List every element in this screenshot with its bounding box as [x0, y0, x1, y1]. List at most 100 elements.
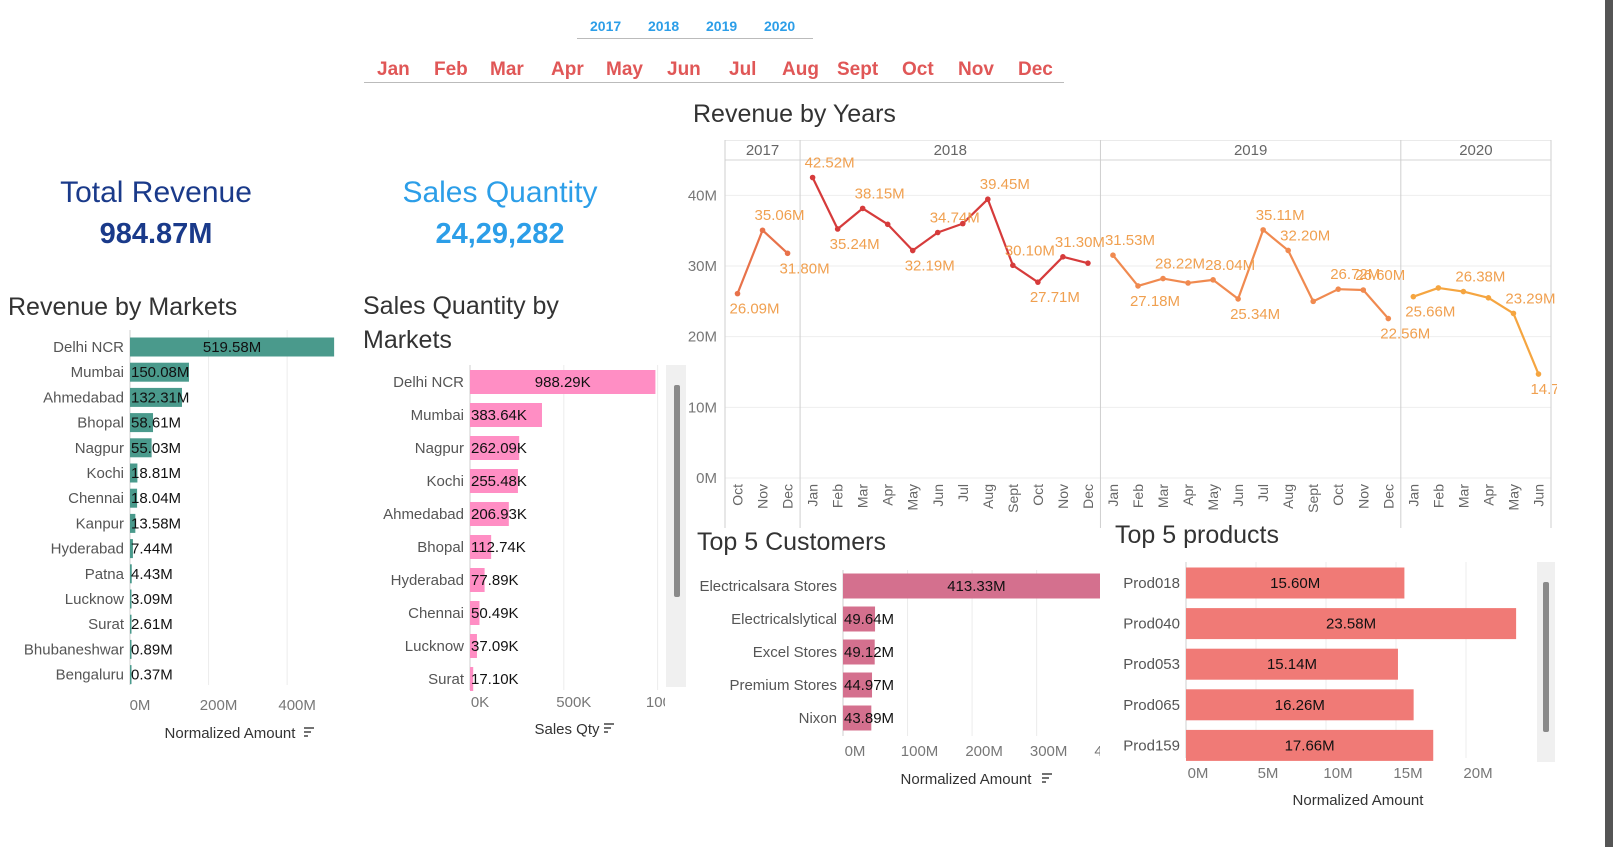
data-label: 4.43M — [131, 566, 173, 583]
data-label: 26.60M — [1355, 267, 1405, 284]
year-filter-underline — [577, 38, 813, 39]
data-label: 49.12M — [844, 644, 894, 661]
month-filter-jun[interactable]: Jun — [667, 59, 701, 81]
data-label: 15.60M — [1270, 575, 1320, 592]
month-filter-oct[interactable]: Oct — [902, 59, 934, 81]
x-tick-label: 20M — [1463, 765, 1492, 782]
month-filter-mar[interactable]: Mar — [490, 59, 524, 81]
x-axis-title: Normalized Amount — [901, 771, 1033, 788]
point-2017-oct — [734, 290, 741, 297]
category-label: Mumbai — [71, 364, 124, 381]
point-2018-nov — [1060, 254, 1066, 260]
data-label: 26.38M — [1455, 269, 1505, 286]
category-label: Bhubaneshwar — [24, 641, 124, 658]
point-2018-oct — [1035, 279, 1041, 285]
line-segment-2018 — [886, 223, 914, 252]
data-label: 35.24M — [830, 236, 880, 253]
line-segment-2019 — [1212, 278, 1239, 300]
line-segment-2019 — [1162, 277, 1189, 285]
x-tick-label: Jan — [1105, 484, 1121, 507]
year-filter-2020[interactable]: 2020 — [764, 18, 795, 34]
sales-quantity-value: 24,29,282 — [435, 218, 565, 250]
x-tick-label: Apr — [1480, 484, 1496, 506]
x-axis-title: Normalized Amount — [165, 725, 297, 742]
category-label: Hyderabad — [391, 572, 464, 589]
x-tick-label: Jun — [1530, 484, 1546, 507]
month-filter-apr[interactable]: Apr — [551, 59, 584, 81]
month-filter-feb[interactable]: Feb — [434, 59, 468, 81]
x-tick-label: 400M — [278, 697, 316, 714]
line-segment-2020 — [1512, 312, 1540, 375]
data-label: 27.71M — [1030, 289, 1080, 306]
revenue-by-markets-title: Revenue by Markets — [8, 293, 238, 321]
panel-year-header: 2017 — [746, 142, 779, 159]
data-label: 44.97M — [844, 677, 894, 694]
point-2019-may — [1210, 277, 1216, 283]
line-segment-2019 — [1112, 254, 1139, 287]
category-label: Ahmedabad — [43, 389, 124, 406]
sales-qty-scrollbar-thumb[interactable] — [674, 385, 680, 597]
point-2019-nov — [1360, 287, 1367, 293]
month-filter-nov[interactable]: Nov — [958, 59, 994, 81]
line-segment-2018 — [912, 231, 939, 252]
data-label: 23.58M — [1326, 616, 1376, 633]
products-scrollbar-thumb[interactable] — [1543, 582, 1549, 732]
panel-year-header: 2018 — [934, 142, 967, 159]
data-label: 2.61M — [131, 616, 173, 633]
point-2018-jan — [809, 174, 816, 181]
point-2018-apr — [884, 221, 891, 228]
month-filter-jul[interactable]: Jul — [729, 59, 756, 81]
month-filter-may[interactable]: May — [606, 59, 643, 81]
category-label: Kanpur — [76, 515, 124, 532]
x-tick-label: Oct — [1330, 484, 1346, 506]
point-2019-dec — [1385, 315, 1392, 322]
data-label: 31.53M — [1105, 232, 1155, 249]
revenue-by-years-title: Revenue by Years — [693, 100, 896, 128]
year-filter-2018[interactable]: 2018 — [648, 18, 679, 34]
x-tick-label: Mar — [1155, 484, 1171, 508]
month-filter-aug[interactable]: Aug — [782, 59, 819, 81]
data-label: 58.61M — [131, 415, 181, 432]
data-label: 15.14M — [1267, 656, 1317, 673]
line-segment-2019 — [1287, 249, 1315, 302]
data-label: 27.18M — [1130, 293, 1180, 310]
point-2018-may — [909, 247, 916, 254]
category-label: Surat — [428, 671, 465, 688]
x-tick-label: Aug — [1280, 484, 1296, 509]
category-label: Prod018 — [1123, 575, 1180, 592]
year-filter-2019[interactable]: 2019 — [706, 18, 737, 34]
point-2018-sept — [1010, 262, 1016, 269]
month-filter-jan[interactable]: Jan — [377, 59, 410, 81]
year-filter-2017[interactable]: 2017 — [590, 18, 621, 34]
x-tick-label: 15M — [1393, 765, 1422, 782]
data-label: 206.93K — [471, 506, 527, 523]
category-label: Prod053 — [1123, 656, 1180, 673]
data-label: 413.33M — [947, 578, 1005, 595]
sort-icon — [604, 723, 614, 733]
sales-quantity-label: Sales Quantity — [402, 176, 598, 209]
line-segment-2020 — [1412, 286, 1439, 298]
data-label: 31.30M — [1055, 234, 1105, 251]
line-segment-2017 — [736, 229, 764, 295]
point-2019-mar — [1160, 275, 1166, 282]
category-label: Chennai — [68, 490, 124, 507]
point-2017-dec — [784, 250, 791, 257]
data-label: 17.66M — [1285, 737, 1335, 754]
data-label: 988.29K — [535, 374, 591, 391]
sort-icon — [1042, 773, 1052, 783]
x-tick-label: May — [1505, 484, 1521, 510]
month-filter-dec[interactable]: Dec — [1018, 59, 1053, 81]
x-tick-label: 400M — [1094, 743, 1100, 760]
data-label: 0.37M — [131, 667, 173, 684]
category-label: Patna — [85, 566, 125, 583]
data-label: 34.74M — [930, 210, 980, 227]
x-tick-label: Dec — [1380, 484, 1396, 509]
month-filter-sept[interactable]: Sept — [837, 59, 878, 81]
data-label: 23.29M — [1505, 290, 1555, 307]
sort-icon — [304, 727, 314, 737]
category-label: Electricalsara Stores — [699, 578, 837, 595]
x-tick-label: Sept — [1305, 484, 1321, 513]
x-tick-label: 0M — [1188, 765, 1209, 782]
x-tick-label: Dec — [780, 484, 796, 509]
panel-year-header: 2020 — [1459, 142, 1492, 159]
